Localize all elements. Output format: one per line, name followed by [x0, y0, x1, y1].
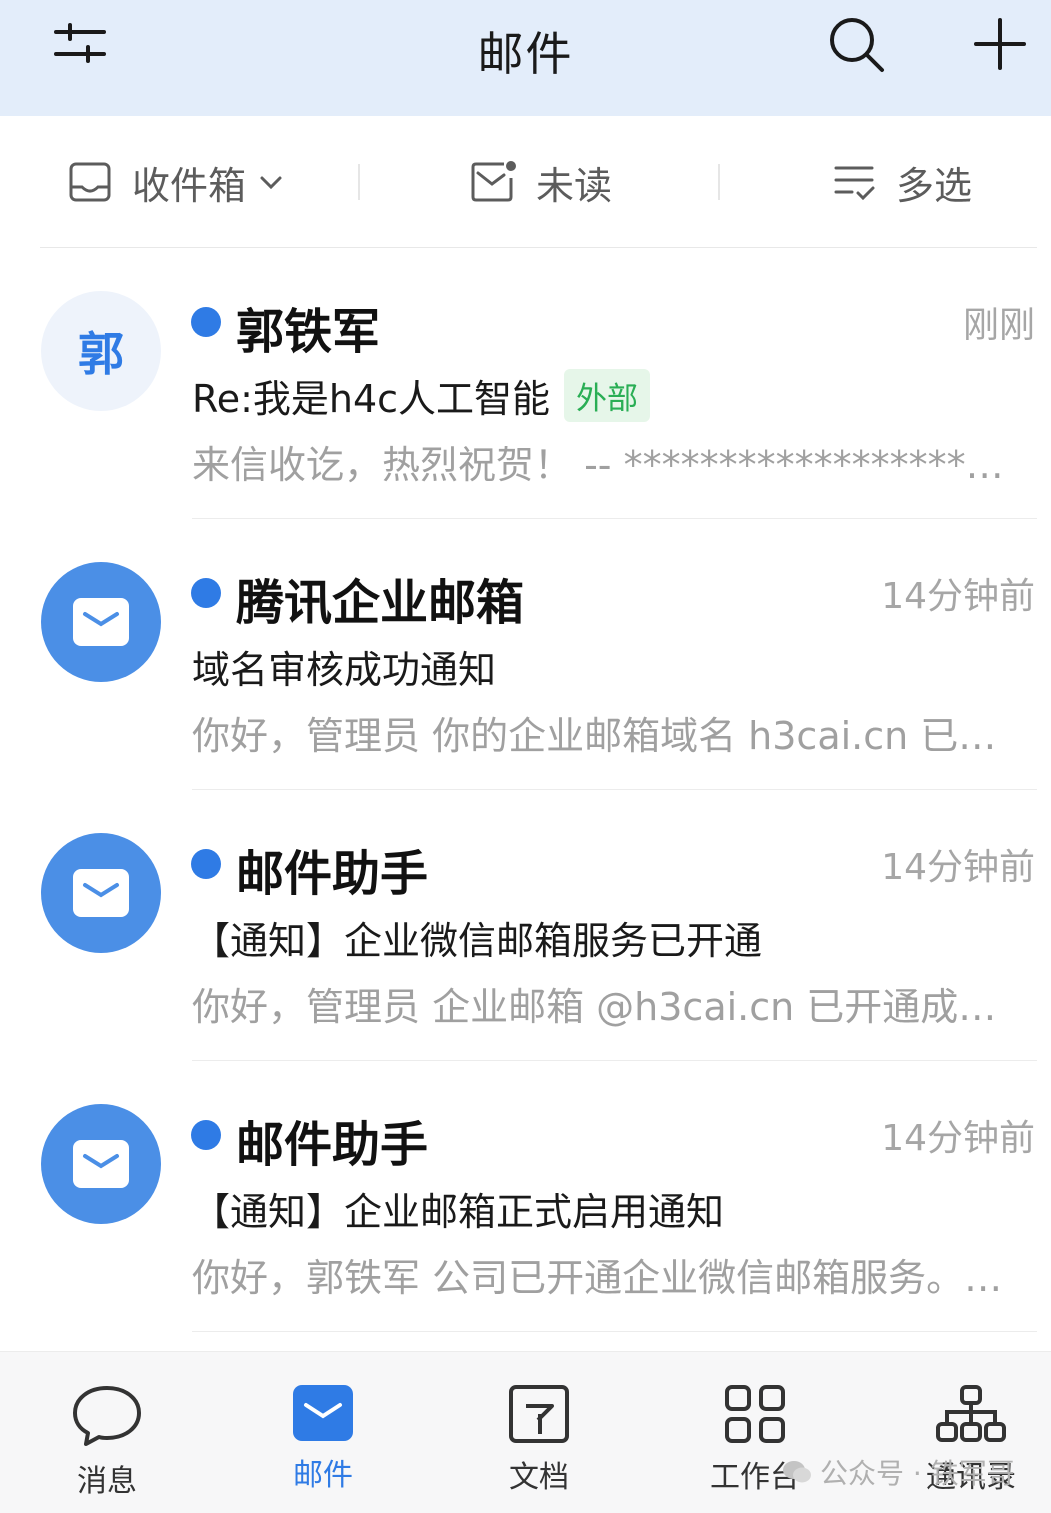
folder-label: 收件箱	[132, 163, 247, 208]
top-app-bar: 邮件	[0, 0, 1051, 116]
tab-label: 邮件	[293, 1458, 353, 1493]
page-title: 邮件	[477, 27, 574, 81]
mail-sender: 郭铁军	[236, 304, 381, 360]
mail-time: 14分钟前	[881, 847, 1035, 888]
tab-label: 文档	[509, 1460, 569, 1495]
mail-icon	[293, 1385, 353, 1441]
mail-list-item[interactable]: 邮件助手 14分钟前 【通知】企业微信邮箱服务已开通 你好，管理员 企业邮箱 @…	[0, 790, 1051, 1061]
mail-subject: Re:我是h4c人工智能 外部	[192, 368, 651, 423]
avatar	[41, 562, 161, 682]
watermark: 公众号 · 铁军哥	[782, 1452, 1015, 1492]
inbox-icon	[69, 162, 111, 202]
unread-filter[interactable]: 未读	[470, 156, 612, 208]
avatar	[41, 833, 161, 953]
divider	[192, 1331, 1037, 1332]
mail-time: 14分钟前	[881, 576, 1035, 617]
unread-dot	[191, 307, 221, 337]
unread-label: 未读	[536, 163, 613, 208]
tab-docs[interactable]: 文档	[469, 1384, 609, 1496]
mail-subject-text: Re:我是h4c人工智能	[192, 377, 551, 421]
unread-dot	[191, 1120, 221, 1150]
mail-preview: 你好，管理员 你的企业邮箱域名 h3cai.cn 已审核通过	[192, 714, 1022, 758]
mail-subject: 域名审核成功通知	[192, 639, 496, 694]
wechat-icon	[783, 1461, 811, 1483]
mail-preview: 你好，郭铁军 公司已开通企业微信邮箱服务。欢迎使用	[192, 1256, 1022, 1300]
mail-time: 刚刚	[962, 305, 1035, 346]
avatar	[41, 1104, 161, 1224]
checklist-icon	[834, 166, 875, 201]
avatar: 郭	[41, 291, 161, 411]
mail-list-item[interactable]: 腾讯企业邮箱 14分钟前 域名审核成功通知 你好，管理员 你的企业邮箱域名 h3…	[0, 519, 1051, 790]
mail-list-item[interactable]: 郭 郭铁军 刚刚 Re:我是h4c人工智能 外部 来信收讫，热烈祝贺！ -- *…	[0, 248, 1051, 519]
chat-bubble-icon	[73, 1386, 141, 1446]
compose-button[interactable]	[968, 12, 1032, 76]
mail-subject-text: 域名审核成功通知	[192, 648, 497, 692]
envelope-icon	[73, 598, 129, 646]
mail-preview: 来信收讫，热烈祝贺！ -- **************************…	[192, 443, 1022, 487]
document-icon	[509, 1385, 569, 1443]
mail-sender: 邮件助手	[236, 846, 429, 902]
filter-bar: 收件箱 未读 多选	[0, 116, 1051, 248]
filter-separator	[358, 164, 360, 200]
tab-messages[interactable]: 消息	[37, 1384, 177, 1500]
envelope-icon	[73, 1140, 129, 1188]
mail-subject-text: 【通知】企业微信邮箱服务已开通	[192, 919, 763, 963]
mail-list-item[interactable]: 邮件助手 14分钟前 【通知】企业邮箱正式启用通知 你好，郭铁军 公司已开通企业…	[0, 1061, 1051, 1332]
mail-subject: 【通知】企业微信邮箱服务已开通	[192, 910, 762, 965]
org-chart-icon	[936, 1385, 1006, 1442]
mail-subject: 【通知】企业邮箱正式启用通知	[192, 1181, 724, 1236]
envelope-icon	[73, 869, 129, 917]
external-tag: 外部	[564, 369, 651, 422]
mail-sender: 腾讯企业邮箱	[236, 575, 525, 631]
search-icon	[830, 18, 884, 72]
mail-sender: 邮件助手	[236, 1117, 429, 1173]
watermark-text: 公众号 · 铁军哥	[820, 1457, 1015, 1490]
mail-time: 14分钟前	[881, 1118, 1035, 1159]
search-button[interactable]	[824, 12, 888, 76]
chevron-down-icon	[260, 176, 282, 190]
mail-subject-text: 【通知】企业邮箱正式启用通知	[192, 1190, 725, 1234]
folder-selector[interactable]: 收件箱	[68, 156, 286, 208]
plus-icon	[974, 18, 1026, 70]
tab-label: 消息	[77, 1464, 137, 1499]
unread-mail-icon	[471, 161, 516, 202]
mail-preview: 你好，管理员 企业邮箱 @h3cai.cn 已开通成功，可以使用	[192, 985, 1022, 1029]
filter-separator	[718, 164, 720, 200]
unread-dot	[191, 578, 221, 608]
multiselect-button[interactable]: 多选	[832, 156, 972, 208]
unread-dot	[191, 849, 221, 879]
apps-grid-icon	[725, 1385, 785, 1443]
multiselect-label: 多选	[896, 163, 973, 208]
tab-mail[interactable]: 邮件	[253, 1384, 393, 1494]
